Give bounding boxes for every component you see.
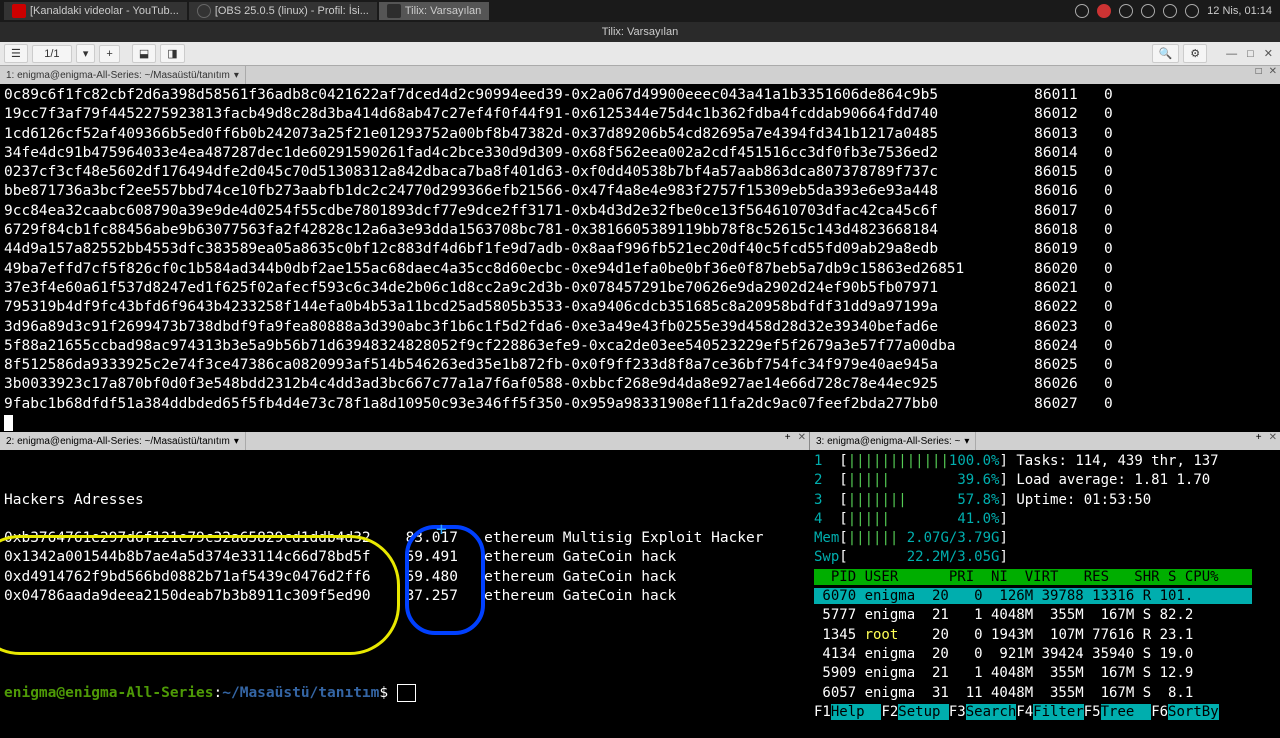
tilix-toolbar: ☰ 1/1 ▾ + ⬓ ◨ 🔍 ⚙ — □ ✕	[0, 42, 1280, 66]
pane1-close[interactable]: ✕	[1266, 66, 1280, 84]
system-taskbar: [Kanaldaki videolar - YouTub...[OBS 25.0…	[0, 0, 1280, 22]
page-indicator[interactable]: 1/1	[32, 45, 72, 63]
gear-icon[interactable]: ⚙	[1183, 44, 1207, 63]
pane1-tab[interactable]: 1: enigma@enigma-All-Series: ~/Masaüstü/…	[0, 66, 246, 84]
window-title: Tilix: Varsayılan	[0, 22, 1280, 42]
tray-icon[interactable]	[1163, 4, 1177, 18]
pane2-add[interactable]: +	[781, 432, 795, 450]
pane1-max[interactable]: □	[1252, 66, 1266, 84]
terminal-pane-3-htop[interactable]: 1 [||||||||||||100.0%] Tasks: 114, 439 t…	[810, 450, 1280, 738]
annotation-oval-blue	[405, 525, 485, 635]
tray-icon[interactable]	[1185, 4, 1199, 18]
pane3-tab[interactable]: 3: enigma@enigma-All-Series: ~ ▾	[810, 432, 976, 450]
add-button[interactable]: +	[99, 45, 119, 63]
tray-icon[interactable]	[1141, 4, 1155, 18]
annotation-oval-yellow	[0, 535, 400, 655]
bottom-tabbar: 2: enigma@enigma-All-Series: ~/Masaüstü/…	[0, 432, 1280, 450]
taskbar-tab[interactable]: Tilix: Varsayılan	[379, 2, 489, 20]
search-icon[interactable]: 🔍	[1152, 44, 1180, 63]
cursor-crosshair: +	[436, 520, 447, 539]
tray-icon[interactable]	[1075, 4, 1089, 18]
tray-icon[interactable]	[1119, 4, 1133, 18]
pane3-add[interactable]: +	[1252, 432, 1266, 450]
dropdown-icon[interactable]: ▾	[76, 44, 96, 63]
pane3-close[interactable]: ✕	[1266, 432, 1280, 450]
pane2-tab[interactable]: 2: enigma@enigma-All-Series: ~/Masaüstü/…	[0, 432, 246, 450]
clock: 12 Nis, 01:14	[1207, 5, 1272, 17]
tray-icon[interactable]	[1097, 4, 1111, 18]
split-down-button[interactable]: ⬓	[132, 44, 156, 63]
system-tray: 12 Nis, 01:14	[1075, 4, 1280, 18]
close-button[interactable]: ✕	[1261, 47, 1276, 60]
pane2-close[interactable]: ✕	[795, 432, 809, 450]
maximize-button[interactable]: □	[1244, 48, 1257, 60]
split-right-button[interactable]: ◨	[160, 44, 184, 63]
pane1-tabbar: 1: enigma@enigma-All-Series: ~/Masaüstü/…	[0, 66, 1280, 84]
taskbar-tab[interactable]: [Kanaldaki videolar - YouTub...	[4, 2, 187, 20]
taskbar-tab[interactable]: [OBS 25.0.5 (linux) - Profil: İsi...	[189, 2, 377, 20]
menu-button[interactable]: ☰	[4, 44, 28, 63]
minimize-button[interactable]: —	[1223, 48, 1240, 60]
terminal-pane-1[interactable]: 0c89c6f1fc82cbf2d6a398d58561f36adb8c0421…	[0, 84, 1280, 432]
terminal-pane-2[interactable]: Hackers Adresses 0xb3764761e297d6f121e79…	[0, 450, 810, 738]
